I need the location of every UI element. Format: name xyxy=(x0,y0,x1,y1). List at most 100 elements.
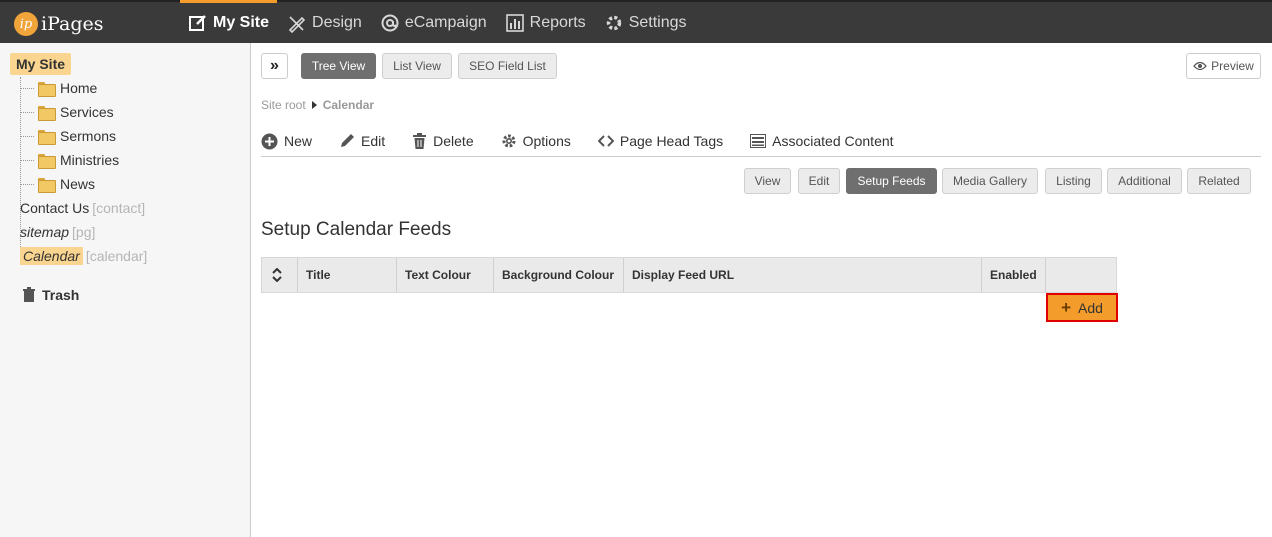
tree-view-button[interactable]: Tree View xyxy=(301,53,376,79)
tab-media-gallery[interactable]: Media Gallery xyxy=(942,168,1038,194)
tree-item-type: [pg] xyxy=(72,224,96,240)
tree-item-home[interactable]: Home xyxy=(20,78,97,98)
nav-my-site-label: My Site xyxy=(213,13,270,31)
tree-item-contact-us[interactable]: Contact Us [contact] xyxy=(20,198,145,218)
breadcrumb-root[interactable]: Site root xyxy=(261,98,306,112)
nav-reports[interactable]: Reports xyxy=(497,2,594,43)
caret-right-icon xyxy=(311,101,317,109)
delete-label: Delete xyxy=(433,133,474,149)
edit-label: Edit xyxy=(361,133,386,149)
tree-item-label: Services xyxy=(60,104,114,120)
column-display-feed-url[interactable]: Display Feed URL xyxy=(624,258,982,292)
add-feed-button[interactable]: + Add xyxy=(1046,293,1118,322)
gear-icon xyxy=(502,134,516,148)
trash-icon xyxy=(413,133,427,149)
tree-item-calendar[interactable]: Calendar [calendar] xyxy=(20,246,147,266)
breadcrumb: Site root Calendar xyxy=(261,98,374,112)
pencil-ruler-icon xyxy=(288,15,306,33)
plus-circle-icon xyxy=(261,133,278,149)
options-label: Options xyxy=(522,133,571,149)
folder-icon xyxy=(38,177,56,193)
tree-item-news[interactable]: News xyxy=(20,174,95,194)
tab-additional[interactable]: Additional xyxy=(1107,168,1182,194)
tree-item-label: Calendar xyxy=(20,247,83,265)
list-view-button[interactable]: List View xyxy=(382,53,452,79)
options-button[interactable]: Options xyxy=(501,129,571,153)
edit-square-icon xyxy=(189,14,206,31)
sort-column[interactable] xyxy=(262,258,298,292)
seo-field-list-button[interactable]: SEO Field List xyxy=(458,53,557,79)
page-head-tags-button[interactable]: Page Head Tags xyxy=(597,129,724,153)
breadcrumb-current: Calendar xyxy=(322,98,375,112)
bar-chart-icon xyxy=(505,13,524,32)
new-button[interactable]: New xyxy=(261,129,312,153)
nav-ecampaign-label: eCampaign xyxy=(404,13,487,31)
tree-item-label: Contact Us xyxy=(20,200,90,216)
trash-label: Trash xyxy=(42,287,80,303)
add-label: Add xyxy=(1078,299,1103,316)
nav-ecampaign[interactable]: eCampaign xyxy=(372,2,495,43)
list-box-icon xyxy=(750,134,767,148)
tree-item-type: [contact] xyxy=(92,200,146,216)
associated-content-button[interactable]: Associated Content xyxy=(750,129,894,153)
tree-item-label: News xyxy=(60,176,96,192)
column-text-colour[interactable]: Text Colour xyxy=(397,258,494,292)
tree-item-ministries[interactable]: Ministries xyxy=(20,150,119,170)
tree-root-my-site[interactable]: My Site xyxy=(10,53,72,75)
logo-mark-icon: ip xyxy=(14,12,38,36)
column-enabled[interactable]: Enabled xyxy=(982,258,1046,292)
column-background-colour[interactable]: Background Colour xyxy=(494,258,624,292)
tree-item-label: sitemap xyxy=(20,224,70,240)
gear-icon xyxy=(606,15,621,30)
site-tree-sidebar: My Site Home Services Sermons Ministries… xyxy=(0,43,251,537)
trash-icon xyxy=(23,287,35,302)
sort-arrows-icon xyxy=(272,268,282,282)
expand-sidebar-button[interactable]: » xyxy=(261,53,288,79)
nav-settings[interactable]: Settings xyxy=(596,2,695,43)
tree-item-label: Home xyxy=(60,80,98,96)
edit-button[interactable]: Edit xyxy=(339,129,385,153)
folder-icon xyxy=(38,81,56,97)
associated-content-label: Associated Content xyxy=(772,133,894,149)
nav-settings-label: Settings xyxy=(628,13,687,31)
nav-design[interactable]: Design xyxy=(279,2,370,43)
section-title: Setup Calendar Feeds xyxy=(261,219,452,240)
main-nav: My Site Design eCampaign Reports Setting… xyxy=(180,0,697,43)
preview-button[interactable]: Preview xyxy=(1186,53,1261,79)
tree-item-services[interactable]: Services xyxy=(20,102,114,122)
feeds-table-header: Title Text Colour Background Colour Disp… xyxy=(261,257,1117,293)
tree-item-type: [calendar] xyxy=(85,248,148,264)
column-title[interactable]: Title xyxy=(298,258,397,292)
tree-item-label: Sermons xyxy=(60,128,117,144)
trash-item[interactable]: Trash xyxy=(22,287,79,303)
folder-icon xyxy=(38,153,56,169)
nav-reports-label: Reports xyxy=(529,13,586,31)
tree-item-label: Ministries xyxy=(60,152,120,168)
tab-edit[interactable]: Edit xyxy=(798,168,840,194)
nav-my-site[interactable]: My Site xyxy=(180,0,278,43)
pencil-icon xyxy=(341,134,355,147)
delete-button[interactable]: Delete xyxy=(412,129,474,153)
eye-icon xyxy=(1193,61,1207,71)
plus-icon: + xyxy=(1061,298,1071,317)
at-sign-icon xyxy=(381,14,399,31)
page-toolbar: New Edit Delete Options Page Head Tags A… xyxy=(261,129,1261,157)
tab-related[interactable]: Related xyxy=(1187,168,1251,194)
tab-setup-feeds[interactable]: Setup Feeds xyxy=(846,168,937,194)
page-head-tags-label: Page Head Tags xyxy=(619,133,724,149)
logo-text: iPages xyxy=(41,13,104,35)
top-navbar: ip iPages My Site Design eCampaign Repor… xyxy=(0,0,1272,43)
ipages-logo[interactable]: ip iPages xyxy=(14,10,104,38)
new-label: New xyxy=(284,133,313,149)
tree-item-sitemap[interactable]: sitemap [pg] xyxy=(20,222,95,242)
tab-view[interactable]: View xyxy=(744,168,791,194)
column-actions xyxy=(1046,258,1116,292)
folder-icon xyxy=(38,105,56,121)
tree-item-sermons[interactable]: Sermons xyxy=(20,126,116,146)
main-content: » Tree View List View SEO Field List Pre… xyxy=(251,43,1272,537)
preview-label: Preview xyxy=(1211,59,1254,73)
code-brackets-icon xyxy=(597,135,614,147)
nav-design-label: Design xyxy=(312,13,362,31)
tab-listing[interactable]: Listing xyxy=(1045,168,1102,194)
folder-icon xyxy=(38,129,56,145)
